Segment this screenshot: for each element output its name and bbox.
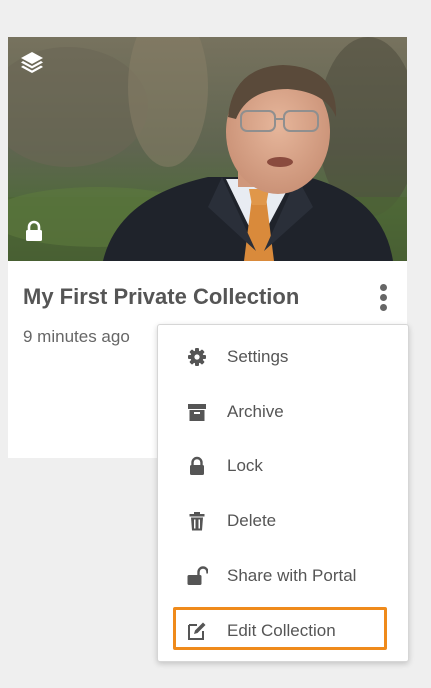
archive-icon [186,402,208,422]
collection-title[interactable]: My First Private Collection [23,284,299,310]
lock-icon [23,220,45,242]
menu-item-lock[interactable]: Lock [158,446,408,486]
menu-item-label: Lock [227,456,263,475]
menu-item-label: Settings [227,347,289,366]
menu-item-label: Delete [227,511,277,530]
highlight-outline [173,607,387,650]
more-vertical-icon[interactable] [372,284,396,314]
menu-item-delete[interactable]: Delete [158,501,408,541]
thumbnail-image [8,37,407,261]
lock-icon [186,456,208,476]
collection-options-menu: Settings Archive Lock Delete Share with … [157,324,409,662]
menu-item-label: Archive [227,402,284,421]
collection-thumbnail[interactable] [8,37,407,261]
gear-icon [186,347,208,367]
menu-item-archive[interactable]: Archive [158,392,408,432]
unlock-icon [186,566,209,586]
layers-icon [19,50,45,74]
menu-item-share-with-portal[interactable]: Share with Portal [158,556,408,596]
collection-timestamp: 9 minutes ago [23,327,130,346]
menu-item-label: Share with Portal [227,566,357,585]
trash-icon [186,511,208,531]
menu-item-settings[interactable]: Settings [158,337,408,377]
